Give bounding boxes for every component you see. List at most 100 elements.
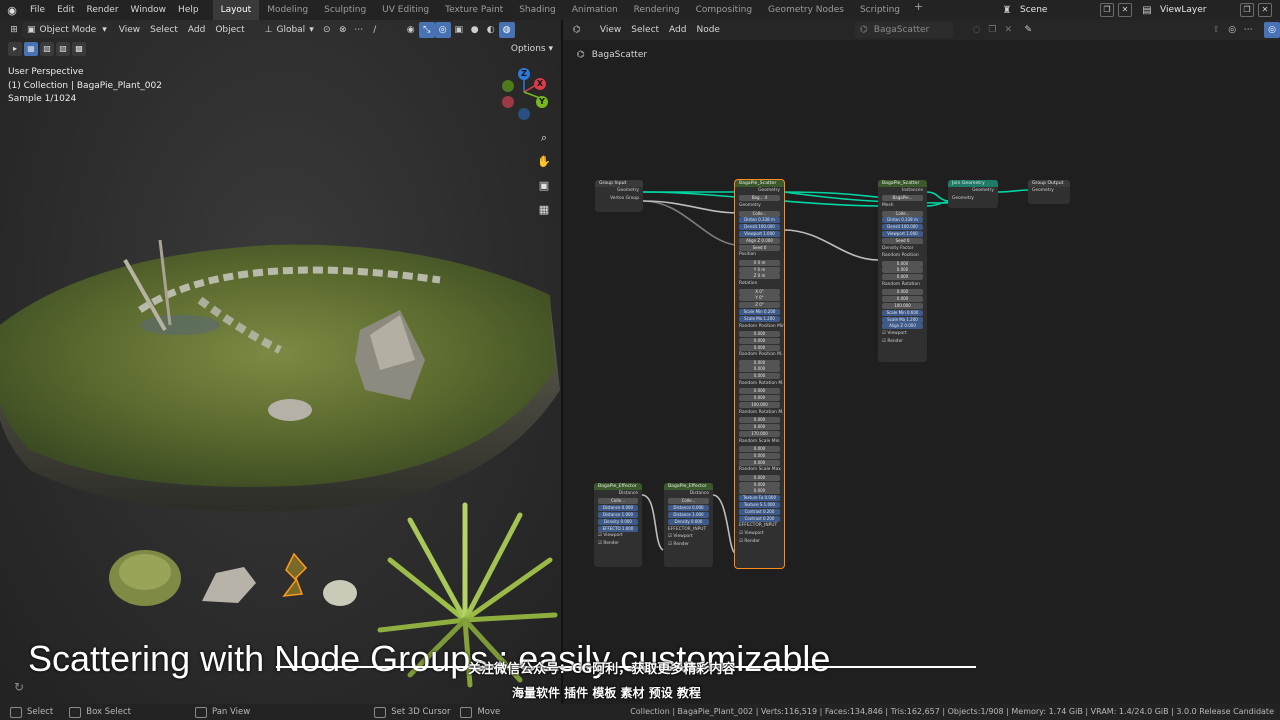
node-field[interactable]: Scale Ma 1.200: [882, 316, 923, 323]
tool-cursor-icon[interactable]: ▸: [8, 42, 22, 56]
camera-icon[interactable]: ▣: [536, 178, 552, 194]
viewport-menu-add[interactable]: Add: [183, 22, 210, 38]
zoom-icon[interactable]: ⌕: [536, 130, 552, 146]
checkbox-row[interactable]: ☑ Render: [878, 338, 927, 346]
menu-render[interactable]: Render: [81, 0, 125, 20]
editor-type-icon[interactable]: ⊞: [6, 22, 22, 38]
node-field[interactable]: Density 0.000: [668, 518, 709, 525]
node-field[interactable]: 0.000: [882, 274, 923, 281]
checkbox-row[interactable]: ☑ Viewport: [735, 530, 784, 538]
socket-vertex-group[interactable]: Vertex Group: [595, 195, 643, 203]
gizmo-x-axis[interactable]: X: [534, 78, 546, 90]
checkbox-row[interactable]: ☑ Render: [594, 540, 642, 548]
node-field[interactable]: 0.000: [739, 424, 780, 431]
node-bagapie-scatter-main[interactable]: BagaPie_Scatter Geometry Bag... 4 Geomet…: [734, 179, 785, 569]
node-field[interactable]: 0.000: [739, 395, 780, 402]
node-field[interactable]: Density 0.000: [598, 518, 638, 525]
pivot-icon[interactable]: ⊙: [319, 22, 335, 38]
orientation-dropdown[interactable]: ⊥ Global ▾: [260, 22, 319, 38]
perspective-grid-icon[interactable]: ▦: [536, 202, 552, 218]
node-field[interactable]: 0.000: [739, 474, 780, 481]
add-workspace-button[interactable]: +: [908, 0, 929, 20]
node-field[interactable]: Z 0°: [739, 302, 780, 309]
node-field[interactable]: 0.000: [739, 359, 780, 366]
gizmo-y-axis[interactable]: Y: [536, 96, 548, 108]
node-field[interactable]: X 0 m: [739, 259, 780, 266]
node-field[interactable]: Distance 1.000: [598, 511, 638, 518]
node-field[interactable]: Align Z 0.000: [739, 237, 780, 244]
node-field[interactable]: 0.000: [739, 373, 780, 380]
socket-geometry-in[interactable]: Geometry: [948, 195, 998, 203]
options-dropdown[interactable]: Options ▾: [511, 44, 553, 54]
node-field[interactable]: Z 0 m: [739, 273, 780, 280]
selected-plant-asset[interactable]: [276, 550, 312, 602]
node-field[interactable]: Texture Fa 0.000: [739, 495, 780, 502]
node-field[interactable]: 100.000: [882, 302, 923, 309]
node-field[interactable]: Colle...: [668, 498, 709, 505]
snap-icon[interactable]: ⊗: [335, 22, 351, 38]
select-extend-icon[interactable]: ▧: [40, 42, 54, 56]
socket-row[interactable]: Density Factor: [878, 245, 927, 253]
node-field[interactable]: 0.000: [882, 267, 923, 274]
menu-edit[interactable]: Edit: [51, 0, 80, 20]
blender-logo-icon[interactable]: ◉: [0, 0, 24, 20]
select-new-icon[interactable]: ▦: [24, 42, 38, 56]
select-invert-icon[interactable]: ▩: [72, 42, 86, 56]
node-field[interactable]: 0.000: [739, 481, 780, 488]
socket-geometry-out[interactable]: Geometry: [948, 187, 998, 195]
proportional-edit-icon[interactable]: ∕: [367, 22, 383, 38]
scene-name[interactable]: Scene: [1014, 5, 1096, 15]
scene-selector[interactable]: ♜ Scene ❐ ✕: [1000, 2, 1132, 18]
pan-hand-icon[interactable]: ✋: [536, 154, 552, 170]
node-field[interactable]: 0.000: [739, 446, 780, 453]
node-field[interactable]: 0.000: [739, 388, 780, 395]
node-group-field[interactable]: BagaPie...: [882, 195, 923, 202]
tab-modeling[interactable]: Modeling: [259, 0, 316, 20]
node-field[interactable]: 0.000: [739, 366, 780, 373]
node-field[interactable]: Scale Min 0.200: [739, 308, 780, 315]
checkbox-row[interactable]: ☑ Viewport: [878, 330, 927, 338]
gizmo-neg-x-axis[interactable]: [502, 96, 514, 108]
node-field[interactable]: 0.000: [739, 330, 780, 337]
remove-scene-icon[interactable]: ✕: [1118, 3, 1132, 17]
gizmo-neg-y-axis[interactable]: [502, 80, 514, 92]
menu-file[interactable]: File: [24, 0, 51, 20]
menu-window[interactable]: Window: [125, 0, 173, 20]
node-field[interactable]: Y 0°: [739, 295, 780, 302]
tab-shading[interactable]: Shading: [511, 0, 564, 20]
node-field[interactable]: Colle...: [739, 210, 780, 217]
node-field[interactable]: Texture S 1.000: [739, 502, 780, 508]
socket-geometry[interactable]: Geometry: [1028, 187, 1070, 195]
viewport-menu-select[interactable]: Select: [145, 22, 183, 38]
tab-animation[interactable]: Animation: [564, 0, 626, 20]
socket-row[interactable]: EFFECTOR_INPUT: [735, 522, 784, 530]
node-group-field[interactable]: Bag... 4: [739, 195, 780, 202]
node-field[interactable]: Seed 0: [739, 244, 780, 251]
menu-help[interactable]: Help: [172, 0, 205, 20]
3d-viewport[interactable]: ⊞ ▣ Object Mode ▾ View Select Add Object…: [0, 20, 561, 704]
gizmo-toggle-icon[interactable]: ⤡: [418, 22, 435, 38]
socket-row[interactable]: Geometry: [735, 202, 784, 210]
node-field[interactable]: Y 0 m: [739, 266, 780, 273]
node-field[interactable]: Distance 1.000: [668, 511, 709, 518]
node-bagapie-scatter-second[interactable]: BagaPie_Scatter Instances BagaPie... Mes…: [878, 180, 927, 362]
tab-layout[interactable]: Layout: [212, 0, 260, 20]
gizmo-z-axis[interactable]: Z: [518, 68, 530, 80]
checkbox-row[interactable]: ☑ Viewport: [664, 533, 713, 541]
node-field[interactable]: Scale Ma 1.200: [739, 315, 780, 322]
checkbox-row[interactable]: ☑ Viewport: [594, 532, 642, 540]
node-field[interactable]: 0.000: [739, 488, 780, 495]
shading-solid-icon[interactable]: ●: [467, 22, 483, 38]
node-group-input[interactable]: Group Input Geometry Vertex Group: [595, 180, 643, 212]
shading-rendered-icon[interactable]: ◍: [498, 22, 515, 38]
gizmo-neg-z-axis[interactable]: [518, 108, 530, 120]
node-field[interactable]: 0.000: [882, 260, 923, 267]
node-field[interactable]: 0.000: [739, 459, 780, 466]
checkbox-row[interactable]: ☑ Render: [664, 541, 713, 549]
node-join-geometry[interactable]: Join Geometry Geometry Geometry: [948, 180, 998, 208]
select-subtract-icon[interactable]: ▨: [56, 42, 70, 56]
socket-geometry[interactable]: Geometry: [595, 187, 643, 195]
node-group-output[interactable]: Group Output Geometry: [1028, 180, 1070, 204]
node-field[interactable]: EFFECTO 1.000: [598, 525, 638, 532]
node-field[interactable]: 0.000: [739, 417, 780, 424]
